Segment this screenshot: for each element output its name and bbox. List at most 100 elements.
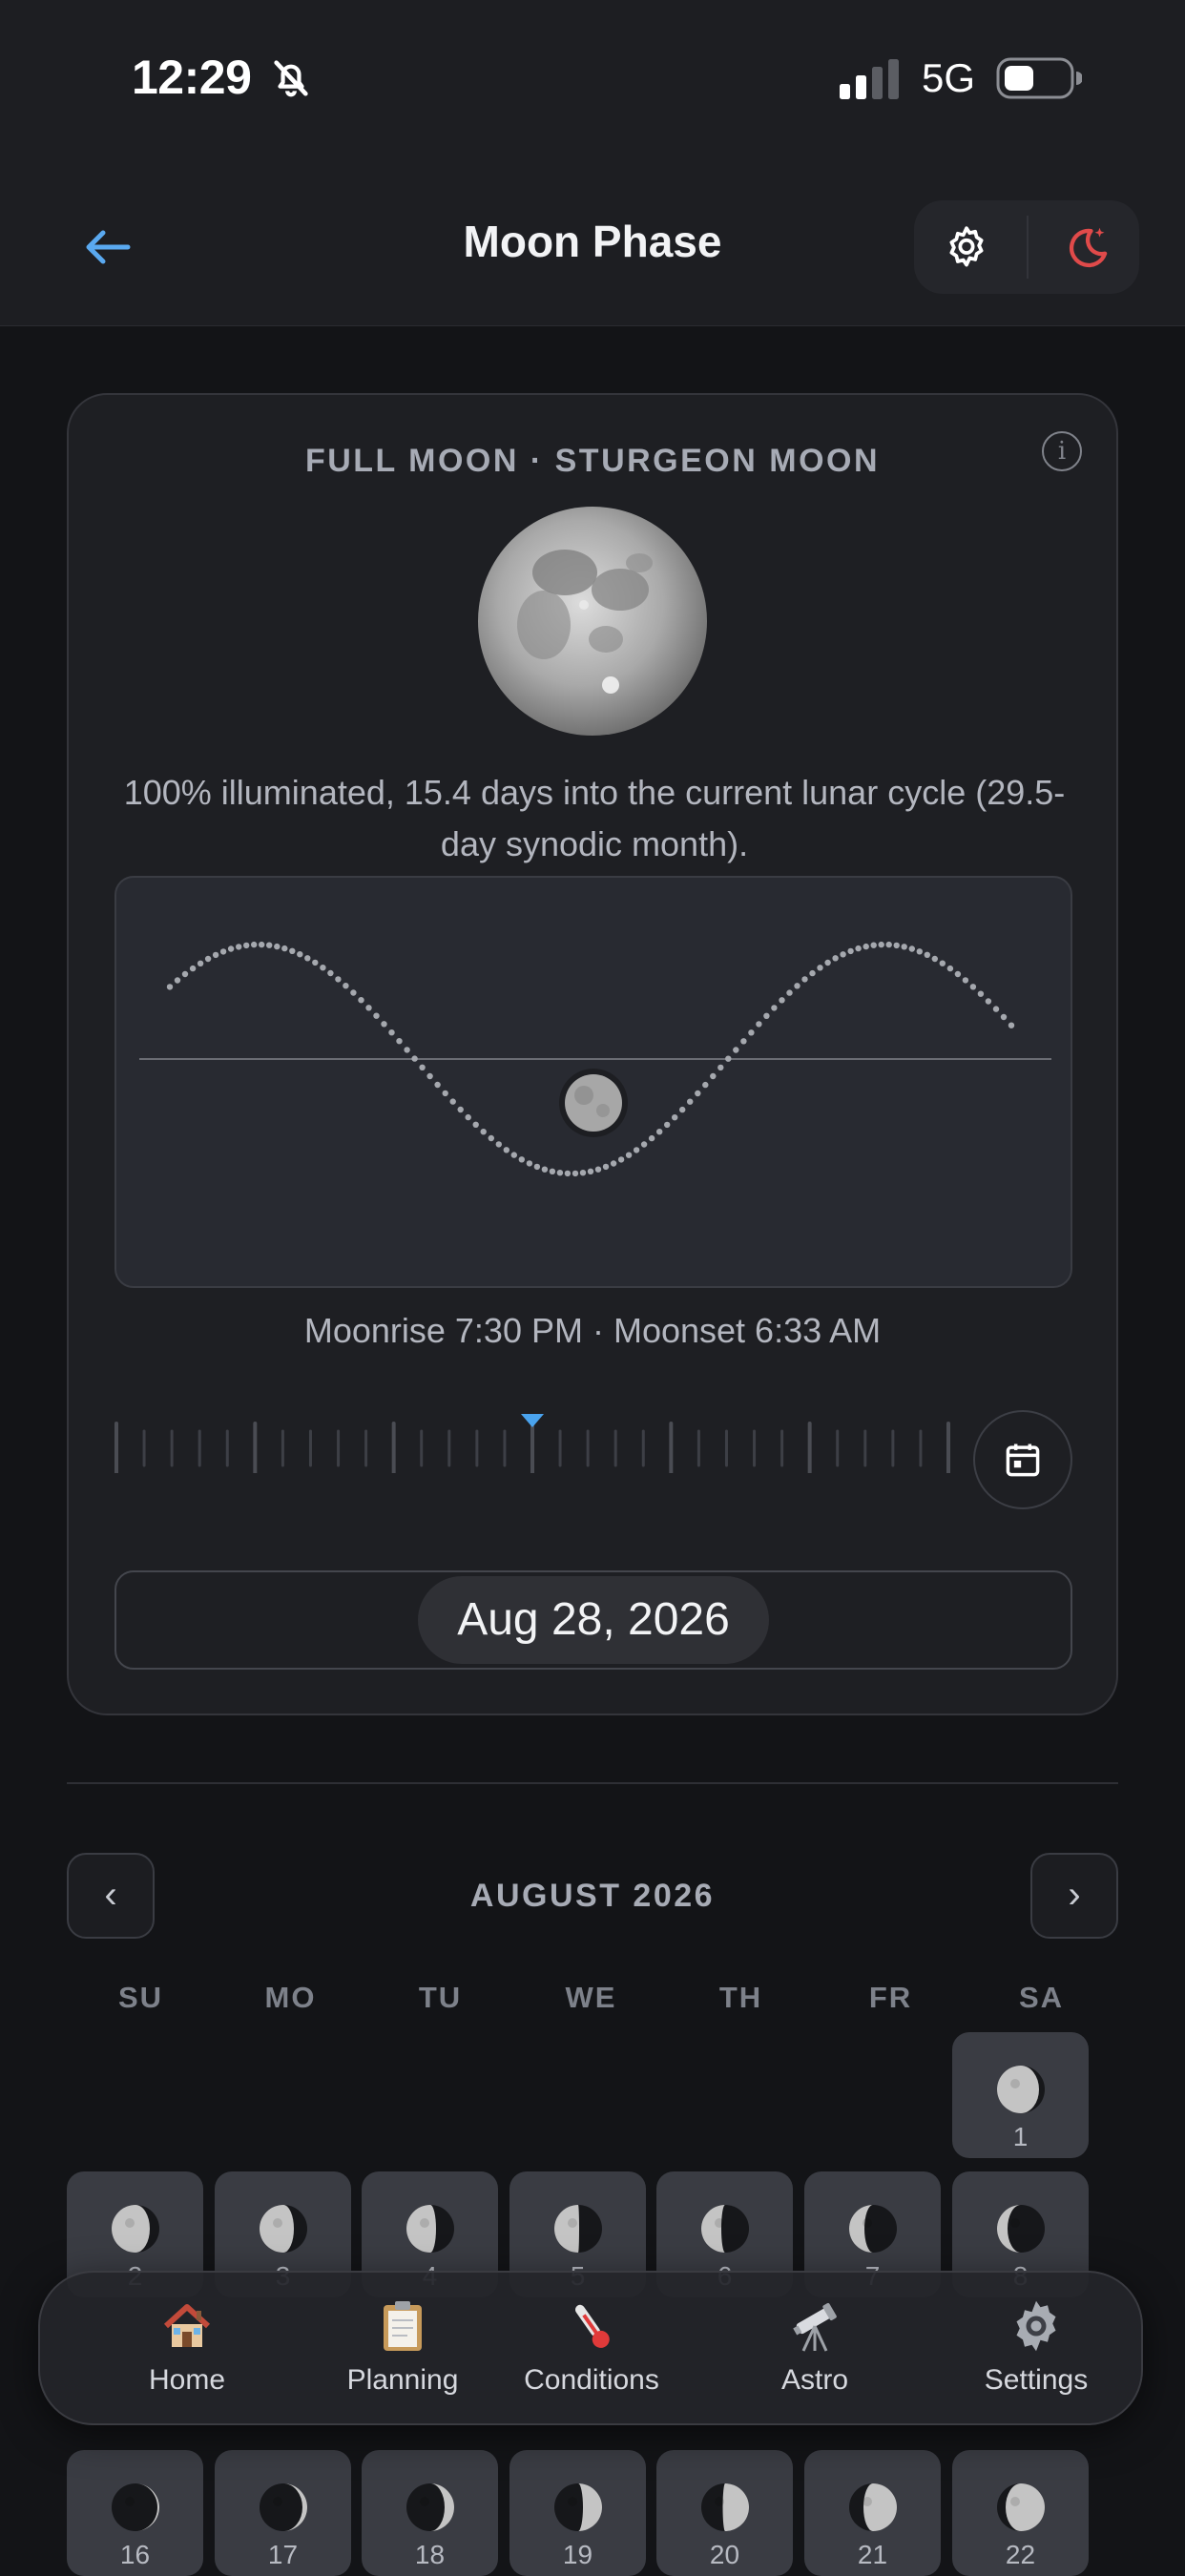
moon-phase-icon (554, 2205, 602, 2253)
night-mode-button[interactable] (1061, 221, 1112, 273)
moonrise-moonset: Moonrise 7:30 PM · Moonset 6:33 AM (303, 1311, 882, 1350)
altitude-dot (457, 1106, 464, 1113)
calendar-day[interactable]: 1 (952, 2032, 1089, 2158)
tab-settings[interactable]: Settings (941, 2297, 1132, 2412)
altitude-dot (1000, 1013, 1008, 1021)
weekday-label: TU (418, 1981, 463, 2014)
altitude-dot (373, 1012, 380, 1019)
moon-phase-icon (997, 2483, 1045, 2531)
tab-home[interactable]: Home (92, 2297, 282, 2412)
header-actions (914, 200, 1139, 294)
calendar-day[interactable]: 18 (362, 2450, 498, 2576)
altitude-dot (594, 1166, 602, 1173)
tab-conditions[interactable]: Conditions (496, 2297, 687, 2412)
altitude-dot (564, 1170, 572, 1177)
moon-phase-icon (260, 2483, 307, 2531)
calendar-day[interactable]: 17 (215, 2450, 351, 2576)
date-field[interactable]: Aug 28, 2026 (114, 1570, 1072, 1670)
month-label: AUGUST 2026 (469, 1878, 716, 1914)
altitude-dot (411, 1055, 418, 1062)
calendar-day[interactable]: 21 (804, 2450, 941, 2576)
altitude-dot (297, 951, 303, 958)
current-moon-marker (559, 1069, 628, 1137)
date-scrubber[interactable] (114, 1397, 1011, 1473)
calendar-day[interactable]: 22 (952, 2450, 1089, 2576)
day-number: 20 (709, 2540, 740, 2569)
altitude-dot (779, 997, 785, 1004)
altitude-dot (832, 955, 839, 962)
altitude-dot (526, 1160, 533, 1167)
tab-astro[interactable]: Astro (719, 2297, 910, 2412)
info-button[interactable]: i (1042, 431, 1082, 471)
calendar-button[interactable] (973, 1410, 1072, 1509)
altitude-dot (992, 1006, 1000, 1012)
moon-phase-icon (112, 2483, 159, 2531)
altitude-dot (794, 983, 800, 989)
altitude-dot (518, 1156, 525, 1163)
moon-phase-icon (849, 2205, 897, 2253)
selected-date[interactable]: Aug 28, 2026 (418, 1576, 769, 1664)
altitude-dot (251, 941, 258, 948)
status-time: 12:29 (132, 51, 252, 104)
altitude-dot (236, 944, 242, 950)
altitude-dot (189, 965, 197, 972)
altitude-dot (885, 941, 892, 948)
altitude-dot (465, 1113, 471, 1121)
header-divider (1027, 216, 1029, 279)
altitude-dot (587, 1168, 594, 1174)
altitude-dot (1008, 1022, 1015, 1028)
thermometer-icon (574, 2304, 610, 2348)
altitude-dot (664, 1121, 671, 1129)
altitude-dot (969, 984, 977, 990)
altitude-dot (648, 1134, 655, 1142)
status-bar: 12:29 5G (0, 0, 1185, 160)
altitude-dot (442, 1090, 448, 1097)
altitude-dot (541, 1166, 549, 1173)
moon-phase-card: FULL MOON · STURGEON MOON i 100% illumin… (67, 393, 1118, 1715)
moon-phase-icon (701, 2205, 749, 2253)
moon-phase-icon (701, 2483, 749, 2531)
day-number: 17 (267, 2540, 299, 2569)
scrubber-pointer (521, 1414, 544, 1427)
altitude-dot (388, 1029, 395, 1036)
settings-button[interactable] (943, 223, 990, 271)
altitude-curve (139, 941, 1051, 1177)
altitude-dot (656, 1129, 663, 1135)
day-number: 1 (1012, 2122, 1029, 2151)
altitude-dot (977, 990, 985, 997)
altitude-dot (847, 947, 854, 955)
altitude-dot (510, 1152, 517, 1158)
altitude-dot (878, 941, 884, 948)
weekday-label: MO (264, 1981, 317, 2014)
altitude-dot (343, 983, 349, 989)
tab-label: Planning (346, 2364, 459, 2396)
altitude-dot (197, 960, 204, 966)
altitude-dot (855, 945, 862, 952)
altitude-dot (204, 955, 212, 963)
altitude-dot (710, 1072, 717, 1080)
altitude-dot (748, 1029, 755, 1036)
altitude-dot (320, 965, 326, 971)
altitude-dot (931, 955, 938, 963)
day-number: 19 (562, 2540, 593, 2569)
calendar-day[interactable]: 16 (67, 2450, 203, 2576)
altitude-dot (556, 1170, 564, 1176)
altitude-dot (181, 970, 189, 978)
altitude-dot (672, 1114, 678, 1121)
altitude-dot (350, 989, 357, 996)
calendar-day[interactable]: 20 (656, 2450, 793, 2576)
altitude-dot (488, 1134, 494, 1142)
altitude-dot (625, 1152, 633, 1158)
altitude-dot (212, 951, 219, 959)
altitude-dot (426, 1072, 433, 1080)
tab-planning[interactable]: Planning (307, 2297, 498, 2412)
calendar-day[interactable]: 19 (509, 2450, 646, 2576)
altitude-dot (840, 951, 846, 958)
altitude-dot (962, 977, 969, 984)
altitude-dot (901, 944, 907, 950)
altitude-dot (335, 976, 342, 983)
next-month-button[interactable]: › (1030, 1853, 1118, 1939)
altitude-dot (259, 941, 265, 948)
altitude-dot (533, 1163, 541, 1171)
altitude-dot (617, 1156, 625, 1163)
